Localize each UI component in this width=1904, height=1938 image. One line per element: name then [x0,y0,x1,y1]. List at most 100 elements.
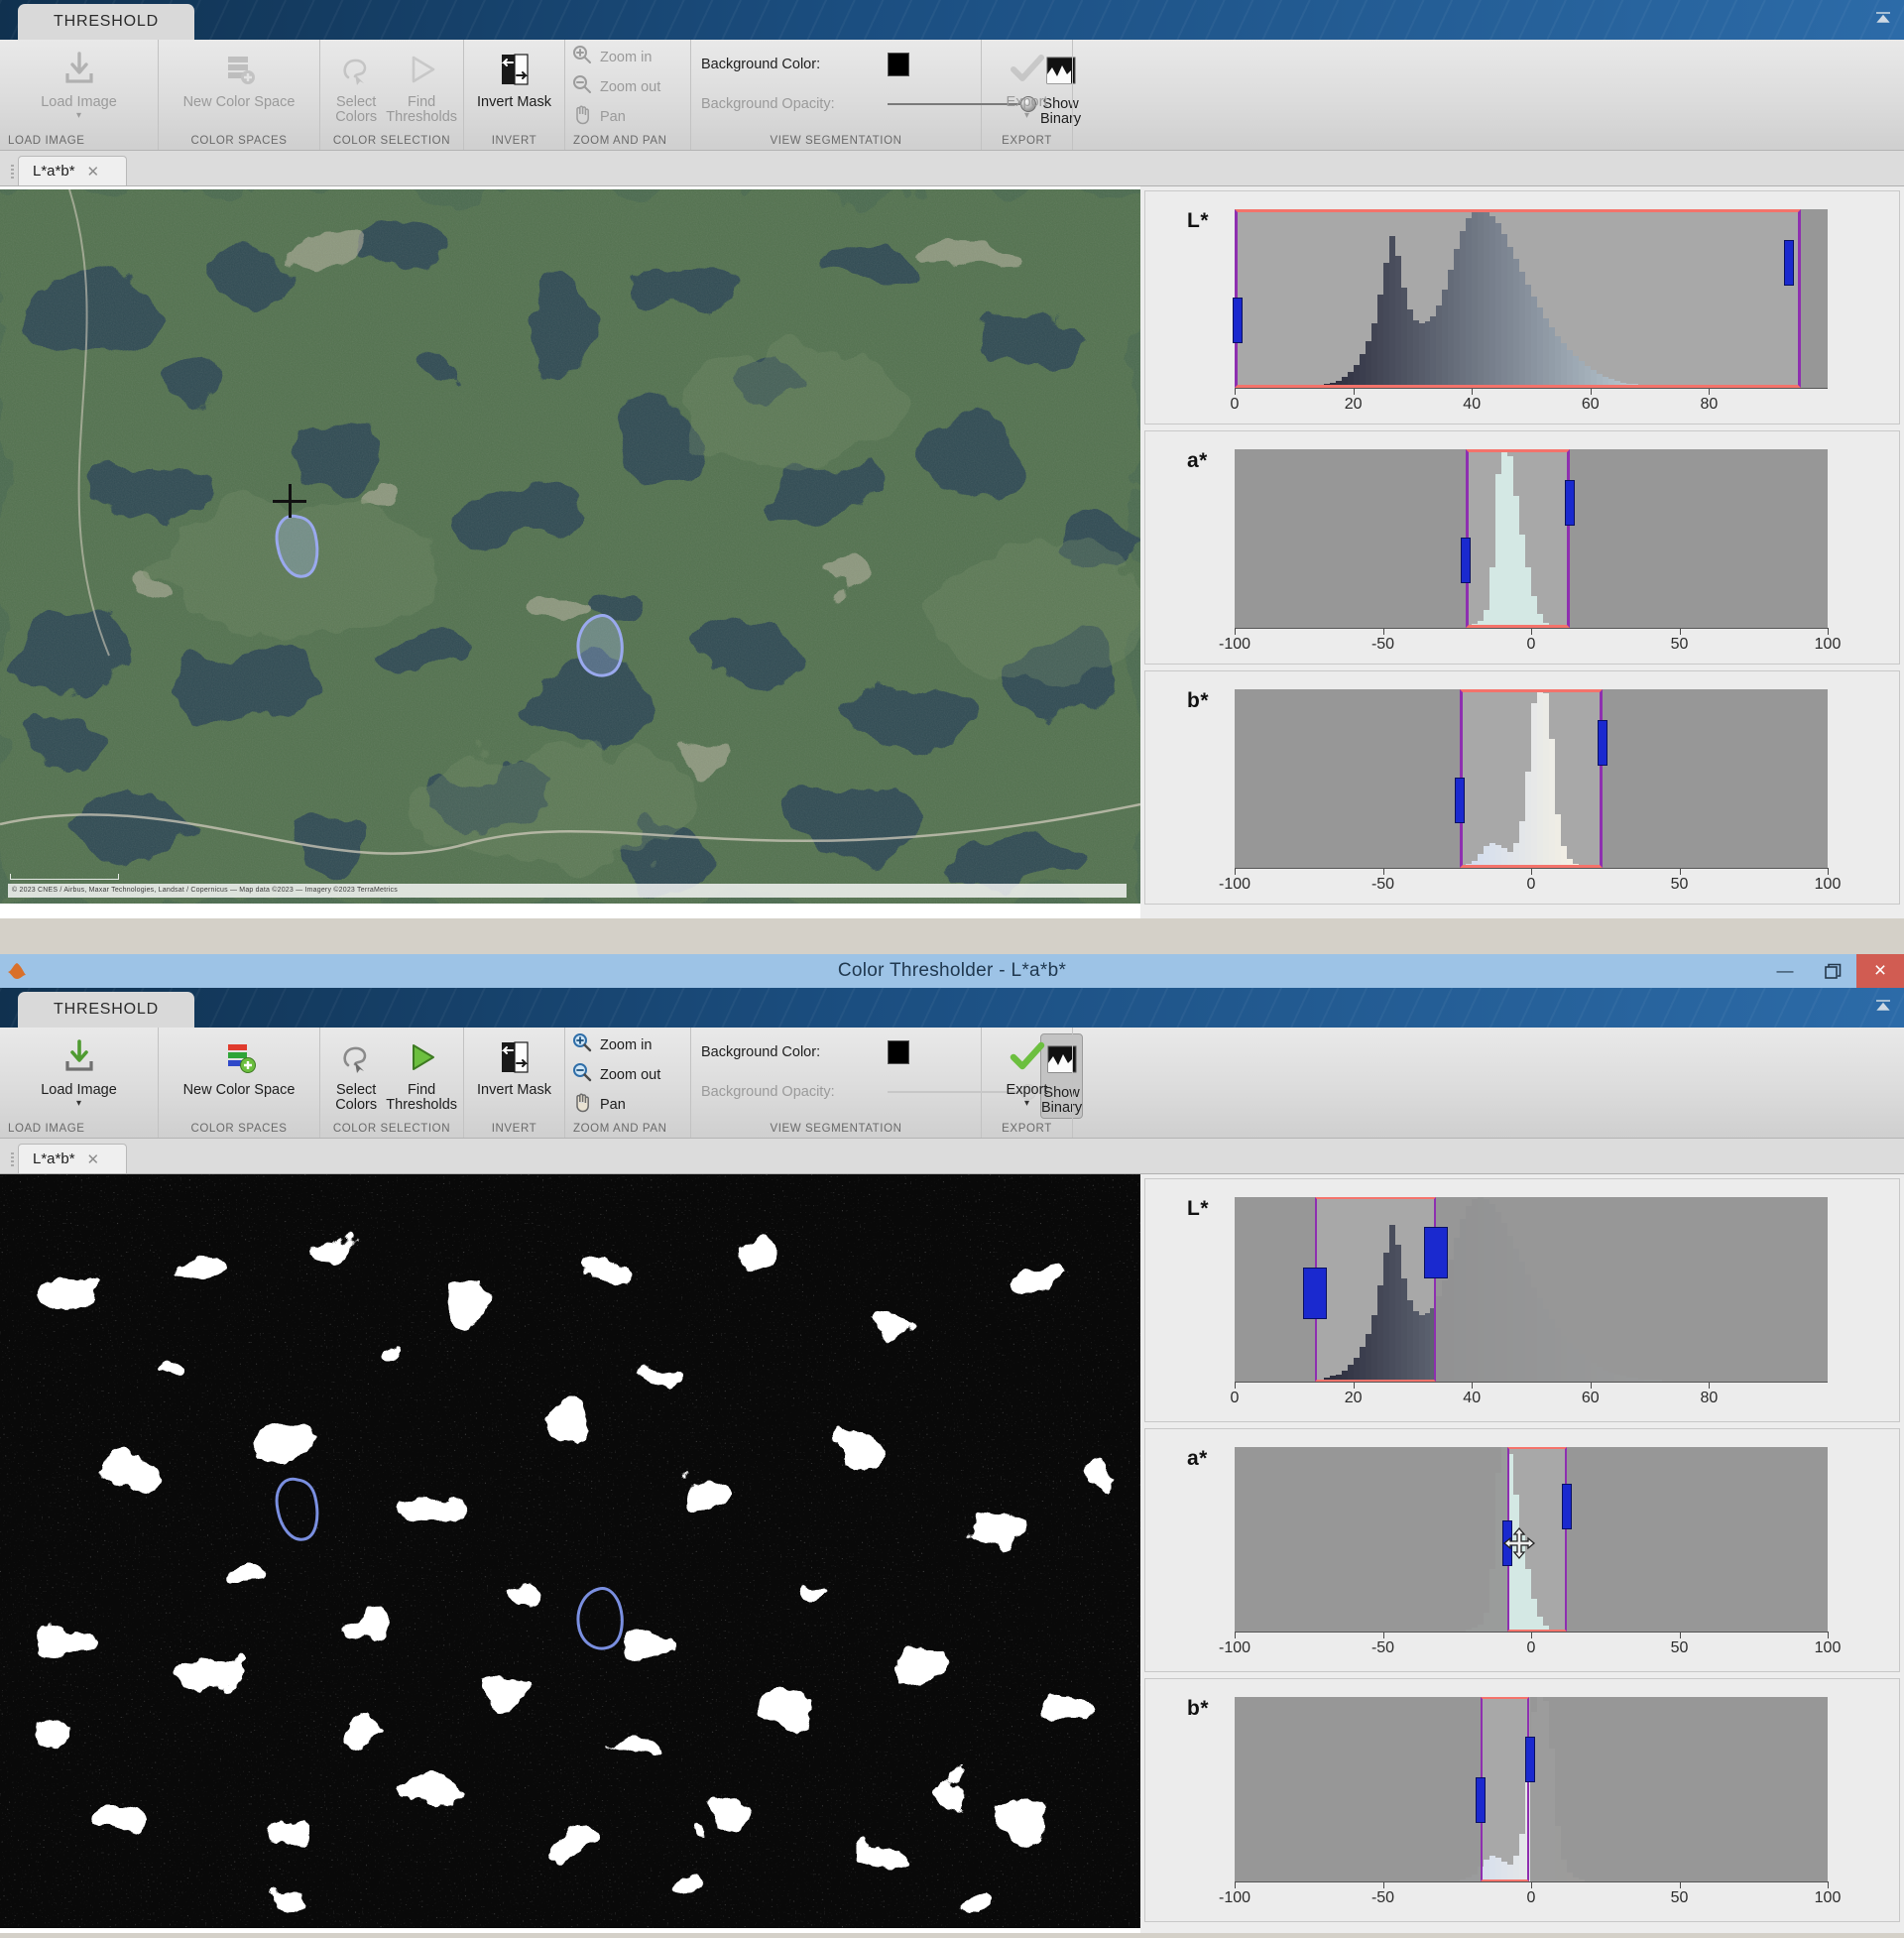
axis-tick [1590,1382,1592,1389]
background-color-swatch-top[interactable] [888,53,909,76]
roi-shape-2-bottom[interactable] [576,1587,624,1650]
document-tab-lab-top[interactable]: L*a*b* ✕ [18,156,127,185]
select-colors-button-top[interactable]: Select Colors [326,44,386,129]
histogram-column-top: L* 0 20 40 60 80 a* -100 -50 0 50 100 b* -100 -50… [1140,186,1904,918]
export-button-bottom[interactable]: Export ▾ [988,1031,1066,1117]
histogram-plot-a-top[interactable]: -100 -50 0 50 100 [1219,449,1841,653]
roi-shape-2[interactable] [576,614,624,677]
axis-tick [1382,868,1384,875]
axis-tick-label: 100 [1814,876,1842,893]
ribbon-header-bottom: THRESHOLD [0,988,1904,1028]
ribbon-filler-top [1073,40,1904,150]
ribbon-group-title-export-bottom: EXPORT [1002,1123,1052,1135]
titlebar-bottom[interactable]: Color Thresholder - L*a*b* — × [0,954,1904,988]
roi-shape-1-bottom[interactable] [275,1477,319,1541]
histogram-card-L-bottom: L* 0 20 40 60 80 [1144,1178,1900,1422]
find-thresholds-button-top[interactable]: Find Thresholds [386,44,457,129]
background-opacity-label-top: Background Opacity: [701,96,835,112]
zoom-out-button-bottom[interactable]: Zoom out [571,1061,660,1088]
zoom-out-icon-top [571,73,593,100]
select-colors-icon-top [336,48,376,91]
close-icon-top[interactable]: ✕ [87,163,100,181]
histogram-plot-b-bottom[interactable]: -100 -50 0 50 100 [1219,1697,1841,1906]
histogram-plot-L-top[interactable]: 0 20 40 60 80 [1231,209,1828,413]
close-icon-bottom[interactable]: ✕ [87,1151,100,1168]
pan-label-top: Pan [600,108,626,125]
invert-mask-label-bottom: Invert Mask [477,1082,551,1098]
histogram-card-b-top: b* -100 -50 0 50 100 [1144,670,1900,905]
load-image-caret-top[interactable]: ▾ [76,111,81,121]
threshold-handle-min-top-b[interactable] [1455,777,1466,823]
threshold-handle-max-top-L[interactable] [1784,240,1795,286]
zoom-out-button-top[interactable]: Zoom out [571,73,660,100]
export-caret-top[interactable]: ▾ [1024,111,1029,121]
new-color-space-label-top: New Color Space [182,94,296,110]
threshold-roi-top-b[interactable] [1460,689,1603,868]
ribbon-group-title-invert-top: INVERT [491,135,537,147]
export-caret-bottom[interactable]: ▾ [1024,1099,1029,1109]
histogram-dim-overlay-right [1569,449,1828,628]
document-tab-lab-bottom[interactable]: L*a*b* ✕ [18,1144,127,1173]
threshold-handle-max-bottom-L[interactable] [1424,1226,1449,1278]
select-colors-button-bottom[interactable]: Select Colors [326,1031,386,1117]
axis-tick [1709,388,1711,395]
threshold-handle-max-top-a[interactable] [1564,480,1575,526]
find-thresholds-icon-top [402,48,441,91]
ribbon-bottom: Load Image ▾ LOAD IMAGE New Color Space … [0,1028,1904,1139]
axis-tick-label: 80 [1700,396,1719,413]
image-panel-bottom[interactable] [0,1174,1140,1928]
threshold-handle-min-top-L[interactable] [1233,297,1243,343]
threshold-handle-max-bottom-a[interactable] [1561,1483,1572,1529]
collapse-ribbon-icon-bottom[interactable] [1870,994,1896,1018]
axis-tick [1472,1382,1474,1389]
roi-overlay-bottom[interactable] [0,1174,1140,1928]
threshold-handle-min-bottom-L[interactable] [1302,1267,1327,1319]
threshold-handle-min-bottom-b[interactable] [1476,1777,1487,1824]
zoom-in-button-bottom[interactable]: Zoom in [571,1031,652,1058]
histogram-plot-b-top[interactable]: -100 -50 0 50 100 [1219,689,1841,893]
load-image-button-top[interactable]: Load Image ▾ [32,44,127,129]
threshold-handle-max-bottom-b[interactable] [1524,1737,1535,1783]
background-color-swatch-bottom[interactable] [888,1040,909,1064]
new-color-space-button-bottom[interactable]: New Color Space [165,1031,313,1117]
histogram-plot-a-bottom[interactable]: -100 -50 0 50 100 [1219,1447,1841,1656]
pan-button-bottom[interactable]: Pan [571,1091,626,1118]
background-color-label-bottom: Background Color: [701,1044,821,1060]
ribbon-group-color-selection-bottom: Select Colors Find Thresholds COLOR SELE… [320,1028,464,1138]
load-image-caret-bottom[interactable]: ▾ [76,1099,81,1109]
axis-tick [1235,628,1236,635]
roi-shape-1[interactable] [275,514,319,578]
find-thresholds-button-bottom[interactable]: Find Thresholds [386,1031,457,1117]
roi-overlay-top[interactable] [0,189,1140,904]
document-tab-label-top: L*a*b* [33,163,75,180]
color-thresholder-window-top: THRESHOLD Load Image ▾ LOAD IMAGE New Co… [0,0,1904,960]
axis-tick [1235,1632,1236,1638]
threshold-roi-bottom-b[interactable] [1481,1697,1530,1881]
ribbon-tab-threshold-top[interactable]: THRESHOLD [18,4,194,40]
threshold-handle-min-top-a[interactable] [1461,537,1472,583]
axis-tick-label: 50 [1670,636,1689,653]
threshold-handle-max-top-b[interactable] [1597,720,1607,766]
axis-tick-label: 20 [1344,1390,1363,1406]
collapse-ribbon-icon-top[interactable] [1870,6,1896,30]
axis-tick [1382,628,1384,635]
tabstrip-grip-top[interactable] [6,160,18,185]
zoom-in-button-top[interactable]: Zoom in [571,44,652,70]
new-color-space-button-top[interactable]: New Color Space [165,44,313,129]
background-color-label-top: Background Color: [701,57,821,72]
invert-mask-button-bottom[interactable]: Invert Mask [470,1031,558,1117]
export-button-top[interactable]: Export ▾ [988,44,1066,129]
threshold-roi-top-a[interactable] [1466,449,1570,628]
ribbon-tab-threshold-bottom[interactable]: THRESHOLD [18,992,194,1028]
threshold-roi-bottom-L[interactable] [1314,1197,1437,1382]
image-panel-top[interactable]: © 2023 CNES / Airbus, Maxar Technologies… [0,189,1140,904]
invert-mask-button-top[interactable]: Invert Mask [470,44,558,129]
axis-tick-label: 60 [1581,396,1600,413]
threshold-roi-top-L[interactable] [1235,209,1802,388]
axis-tick-label: 0 [1526,1889,1536,1906]
pan-button-top[interactable]: Pan [571,103,626,130]
load-image-button-bottom[interactable]: Load Image ▾ [32,1031,127,1117]
axis-tick [1531,628,1532,635]
tabstrip-grip-bottom[interactable] [6,1148,18,1173]
histogram-plot-L-bottom[interactable]: 0 20 40 60 80 [1231,1197,1828,1406]
